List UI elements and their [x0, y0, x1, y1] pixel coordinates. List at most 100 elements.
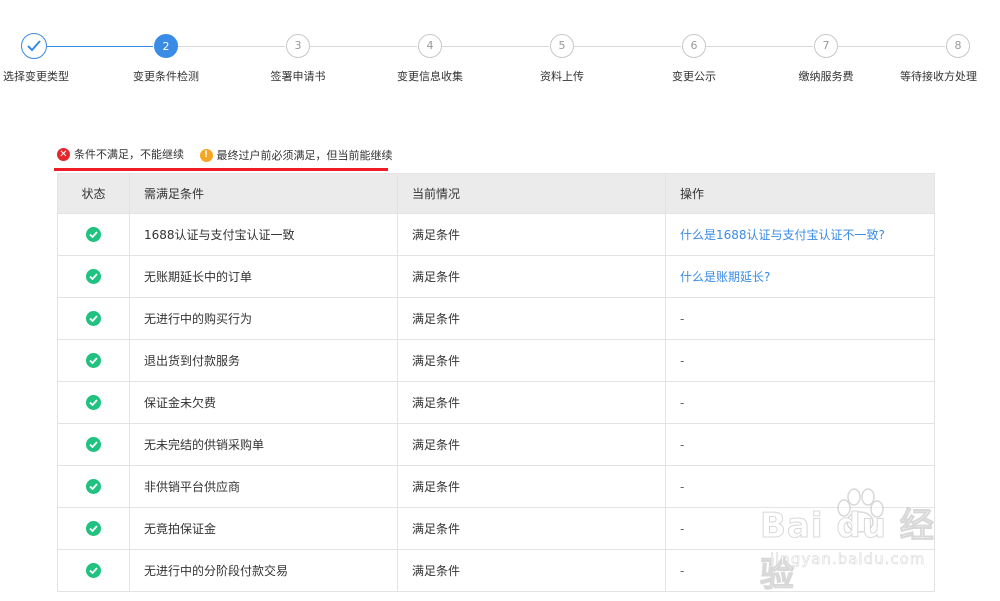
condition-cell: 非供销平台供应商 — [129, 465, 398, 508]
check-circle-icon — [86, 563, 101, 578]
condition-cell: 无竟拍保证金 — [129, 507, 398, 550]
status-cell — [57, 549, 130, 592]
step-6-label: 变更公示 — [672, 70, 716, 83]
legend-warning-text: 最终过户前必须满足，但当前能继续 — [216, 149, 393, 162]
x-circle-icon: ✕ — [57, 147, 70, 161]
exclamation-circle-icon: ! — [199, 148, 213, 162]
table-row: 无账期延长中的订单 满足条件 什么是账期延长? — [57, 255, 935, 298]
step-connector — [838, 46, 945, 47]
current-cell: 满足条件 — [397, 465, 666, 508]
status-cell — [57, 255, 130, 298]
condition-cell: 无进行中的分阶段付款交易 — [129, 549, 398, 592]
header-current: 当前情况 — [397, 173, 666, 214]
action-empty: - — [680, 479, 685, 494]
step-connector — [310, 46, 417, 47]
current-cell: 满足条件 — [397, 213, 666, 256]
step-7-label: 缴纳服务费 — [798, 70, 854, 83]
step-3-circle: 3 — [286, 34, 310, 58]
check-circle-icon — [86, 437, 101, 452]
check-circle-icon — [86, 311, 101, 326]
status-cell — [57, 465, 130, 508]
check-circle-icon — [86, 227, 101, 242]
condition-cell: 保证金未欠费 — [129, 381, 398, 424]
action-cell: - — [665, 297, 935, 340]
table-row: 非供销平台供应商 满足条件 - — [57, 465, 935, 508]
status-cell — [57, 213, 130, 256]
action-cell: - — [665, 381, 935, 424]
status-legend: ✕ 条件不满足，不能继续 ! 最终过户前必须满足，但当前能继续 — [57, 146, 405, 166]
step-connector — [706, 46, 813, 47]
step-connector — [574, 46, 681, 47]
condition-cell: 无未完结的供销采购单 — [129, 423, 398, 466]
header-condition: 需满足条件 — [129, 173, 398, 214]
table-row: 1688认证与支付宝认证一致 满足条件 什么是1688认证与支付宝认证不一致? — [57, 213, 935, 256]
table-row: 退出货到付款服务 满足条件 - — [57, 339, 935, 382]
current-cell: 满足条件 — [397, 381, 666, 424]
step-7-circle: 7 — [814, 34, 838, 58]
action-empty: - — [680, 521, 685, 536]
check-circle-icon — [86, 269, 101, 284]
current-cell: 满足条件 — [397, 549, 666, 592]
status-cell — [57, 339, 130, 382]
action-cell: 什么是账期延长? — [665, 255, 935, 298]
action-empty: - — [680, 311, 685, 326]
condition-cell: 1688认证与支付宝认证一致 — [129, 213, 398, 256]
step-connector — [178, 46, 285, 47]
table-header-row: 状态 需满足条件 当前情况 操作 — [57, 173, 935, 214]
action-empty: - — [680, 563, 685, 578]
legend-warning: ! 最终过户前必须满足，但当前能继续 — [199, 147, 393, 163]
step-8-circle: 8 — [946, 34, 970, 58]
action-cell: - — [665, 507, 935, 550]
conditions-table: 状态 需满足条件 当前情况 操作 1688认证与支付宝认证一致 满足条件 什么是… — [57, 173, 935, 592]
table-row: 无进行中的购买行为 满足条件 - — [57, 297, 935, 340]
action-empty: - — [680, 395, 685, 410]
step-8-label: 等待接收方处理 — [900, 70, 977, 83]
table-row: 无进行中的分阶段付款交易 满足条件 - — [57, 549, 935, 592]
check-circle-icon — [86, 521, 101, 536]
help-link[interactable]: 什么是1688认证与支付宝认证不一致? — [680, 228, 885, 242]
condition-cell: 退出货到付款服务 — [129, 339, 398, 382]
annotation-underline — [54, 168, 388, 171]
condition-cell: 无账期延长中的订单 — [129, 255, 398, 298]
checkmark-icon — [27, 40, 41, 52]
current-cell: 满足条件 — [397, 255, 666, 298]
table-row: 无竟拍保证金 满足条件 - — [57, 507, 935, 550]
help-link[interactable]: 什么是账期延长? — [680, 270, 770, 284]
step-4-circle: 4 — [418, 34, 442, 58]
check-circle-icon — [86, 479, 101, 494]
step-1-circle — [21, 33, 47, 59]
check-circle-icon — [86, 353, 101, 368]
current-cell: 满足条件 — [397, 423, 666, 466]
step-2-circle: 2 — [154, 34, 178, 58]
action-empty: - — [680, 353, 685, 368]
legend-blocking: ✕ 条件不满足，不能继续 — [57, 146, 184, 162]
status-cell — [57, 507, 130, 550]
step-connector — [442, 46, 549, 47]
legend-blocking-text: 条件不满足，不能继续 — [74, 148, 184, 161]
status-cell — [57, 381, 130, 424]
step-1-label: 选择变更类型 — [3, 70, 69, 83]
action-empty: - — [680, 437, 685, 452]
action-cell: 什么是1688认证与支付宝认证不一致? — [665, 213, 935, 256]
progress-stepper: 2 3 4 5 6 7 8 选择变更类型 变更条件检测 签署申请书 变更信息收集… — [0, 0, 1000, 100]
current-cell: 满足条件 — [397, 339, 666, 382]
condition-cell: 无进行中的购买行为 — [129, 297, 398, 340]
step-5-circle: 5 — [550, 34, 574, 58]
step-4-label: 变更信息收集 — [397, 70, 463, 83]
action-cell: - — [665, 339, 935, 382]
action-cell: - — [665, 549, 935, 592]
header-status: 状态 — [57, 173, 130, 214]
current-cell: 满足条件 — [397, 297, 666, 340]
status-cell — [57, 297, 130, 340]
step-5-label: 资料上传 — [540, 70, 584, 83]
check-circle-icon — [86, 395, 101, 410]
action-cell: - — [665, 423, 935, 466]
status-cell — [57, 423, 130, 466]
table-row: 无未完结的供销采购单 满足条件 - — [57, 423, 935, 466]
step-connector — [47, 46, 153, 47]
step-3-label: 签署申请书 — [270, 70, 326, 83]
header-action: 操作 — [665, 173, 935, 214]
step-6-circle: 6 — [682, 34, 706, 58]
action-cell: - — [665, 465, 935, 508]
table-row: 保证金未欠费 满足条件 - — [57, 381, 935, 424]
